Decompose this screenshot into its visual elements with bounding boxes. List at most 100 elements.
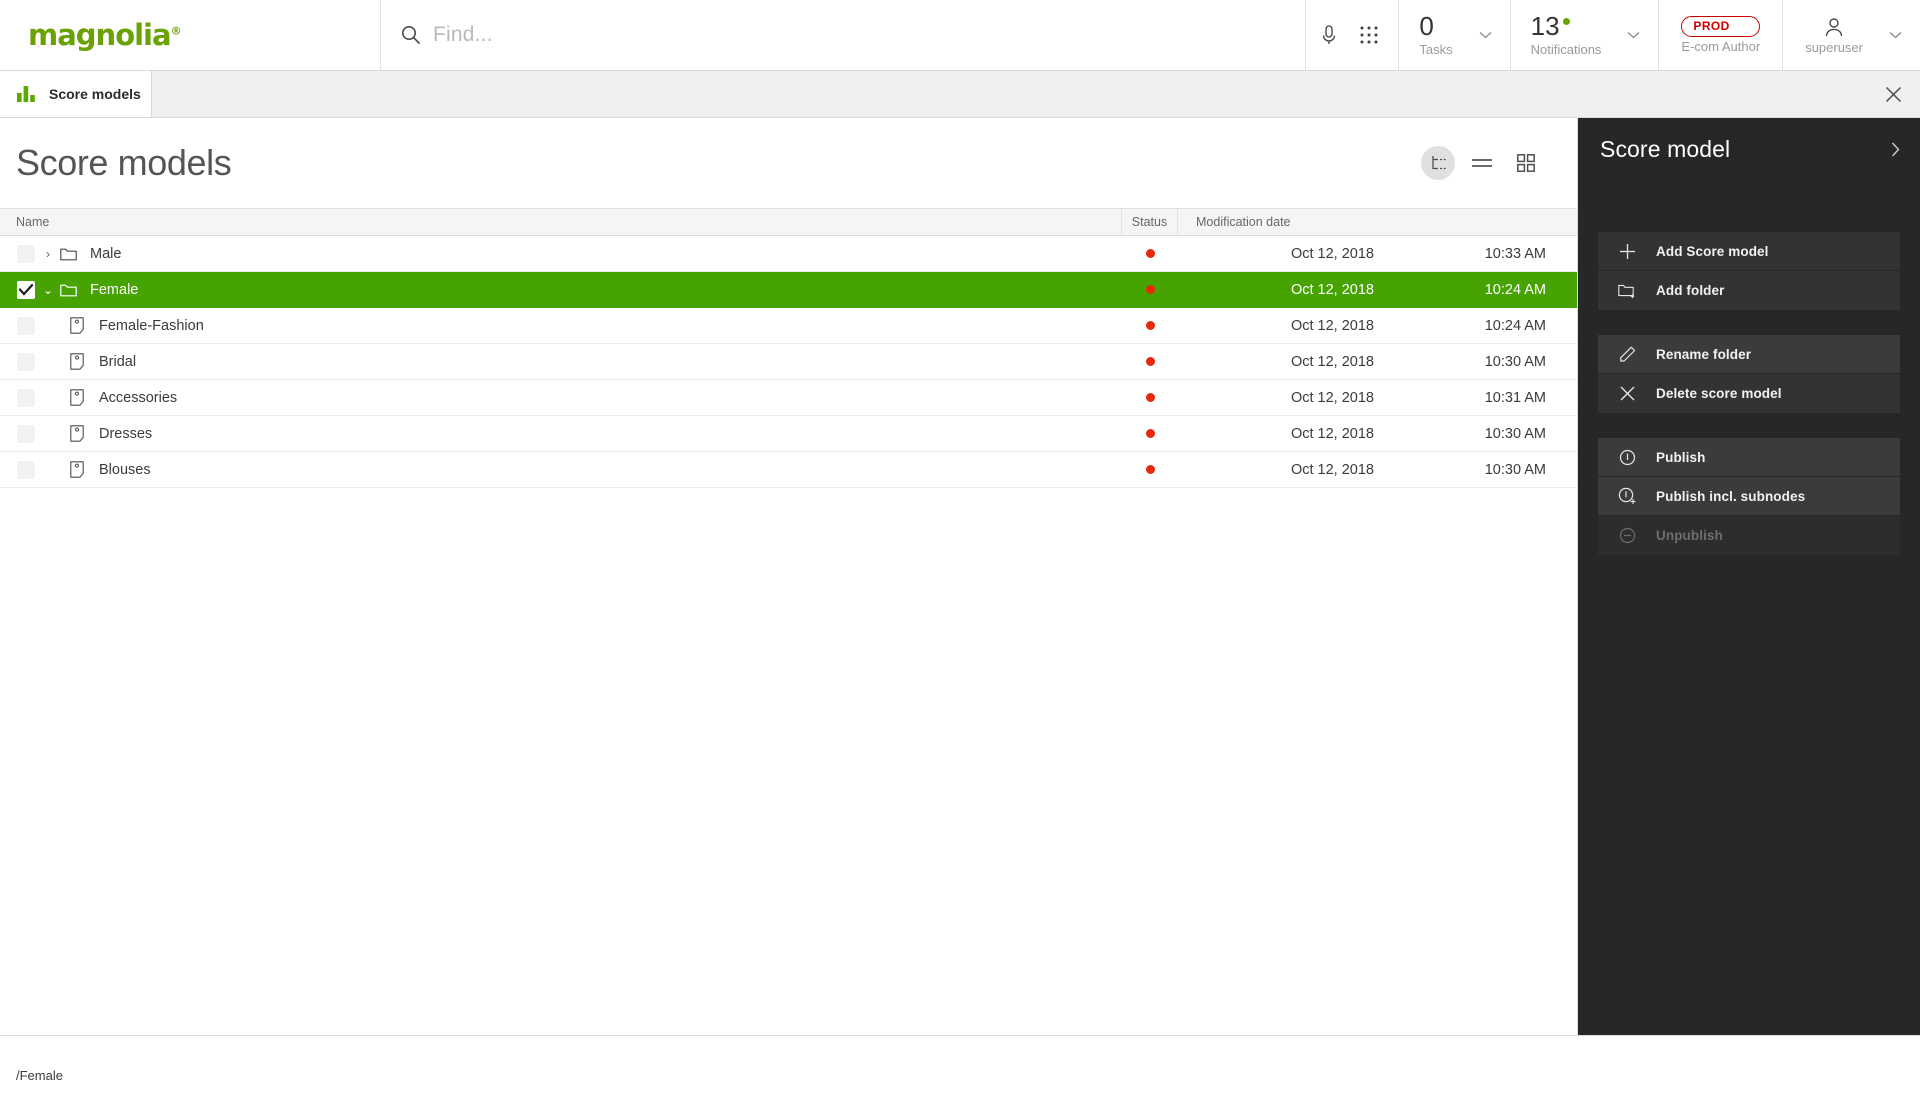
row-status-cell [1122, 357, 1178, 366]
row-checkbox[interactable] [17, 424, 35, 443]
row-name-cell: Dresses [0, 416, 1122, 451]
chevron-right-icon[interactable] [1891, 142, 1900, 157]
row-label: Blouses [99, 461, 151, 478]
row-modification-time: 10:30 AM [1484, 353, 1546, 370]
environment-label: E-com Author [1681, 39, 1761, 54]
tasks-count: 0 [1419, 10, 1434, 41]
row-status-cell [1122, 285, 1178, 294]
action-item-label: Publish [1656, 449, 1706, 465]
column-header-modification-date[interactable]: Modification date [1178, 209, 1577, 235]
row-modification-time: 10:30 AM [1484, 461, 1546, 478]
bar-chart-icon [17, 86, 36, 102]
table-header-row: Name Status Modification date [0, 208, 1577, 236]
folder-icon [57, 283, 79, 297]
notifications-count: 13 [1530, 10, 1602, 41]
action-item-add-folder[interactable]: Add folder [1598, 271, 1900, 310]
user-menu[interactable]: superuser [1782, 0, 1920, 70]
status-dot-red [1145, 249, 1155, 258]
page-icon [66, 353, 88, 370]
header-icon-group [1306, 0, 1398, 70]
table-row[interactable]: Blouses Oct 12, 2018 10:30 AM [0, 452, 1577, 488]
table-row[interactable]: ⌄ Female Oct 12, 2018 10:24 AM [0, 272, 1577, 308]
username-label: superuser [1805, 39, 1863, 55]
action-item-publish[interactable]: Publish [1598, 438, 1900, 477]
table-row[interactable]: Female-Fashion Oct 12, 2018 10:24 AM [0, 308, 1577, 344]
row-label: Male [90, 245, 122, 262]
tab-bar-spacer [152, 71, 1866, 117]
search-input[interactable] [433, 23, 993, 47]
page-header: Score models [0, 118, 1577, 208]
notifications-count-value: 13 [1530, 10, 1560, 41]
action-panel-header: Score model [1578, 118, 1920, 181]
table-row[interactable]: Dresses Oct 12, 2018 10:30 AM [0, 416, 1577, 452]
apps-grid-icon[interactable] [1356, 22, 1382, 48]
chevron-down-icon[interactable]: ⌄ [39, 283, 57, 297]
action-item-rename-folder[interactable]: Rename folder [1598, 335, 1900, 374]
action-item-label: Rename folder [1656, 346, 1752, 362]
status-dot-red [1145, 321, 1155, 330]
folder-icon [57, 247, 79, 261]
action-item-publish-incl-subnodes[interactable]: Publish incl. subnodes [1598, 477, 1900, 516]
close-icon[interactable] [1866, 71, 1920, 117]
chevron-right-icon[interactable]: › [39, 247, 57, 261]
action-item-label: Unpublish [1656, 528, 1723, 543]
row-modification-date: Oct 12, 2018 [1290, 281, 1374, 298]
tasks-menu[interactable]: 0 Tasks [1398, 0, 1509, 70]
row-status-cell [1122, 249, 1178, 258]
row-checkbox[interactable] [17, 388, 35, 407]
grid-view-icon[interactable] [1509, 146, 1543, 180]
row-modification-time: 10:31 AM [1484, 389, 1546, 406]
row-status-cell [1122, 321, 1178, 330]
tab-bar: Score models [0, 71, 1920, 118]
chevron-down-icon[interactable] [1479, 31, 1492, 39]
status-dot-red [1145, 465, 1155, 474]
publish-subnodes-icon [1616, 487, 1638, 505]
tasks-label: Tasks [1419, 42, 1453, 58]
row-modification-date: Oct 12, 2018 [1290, 353, 1374, 370]
row-modification-time: 10:24 AM [1484, 281, 1546, 298]
avatar [1823, 16, 1845, 38]
row-modification-date: Oct 12, 2018 [1290, 317, 1374, 334]
table-body: › Male Oct 12, 2018 10:33 AM ⌄ Female Oct 12, … [0, 236, 1577, 488]
table-row[interactable]: Accessories Oct 12, 2018 10:31 AM [0, 380, 1577, 416]
table-row[interactable]: Bridal Oct 12, 2018 10:30 AM [0, 344, 1577, 380]
environment-badge[interactable]: PROD E-com Author [1658, 0, 1782, 70]
action-item-label: Add folder [1656, 283, 1725, 298]
action-item-add-score-model[interactable]: Add Score model [1598, 232, 1900, 271]
column-header-status[interactable]: Status [1122, 209, 1178, 235]
action-panel-title: Score model [1600, 136, 1731, 162]
action-panel: Score model Add Score model Add folder Ren… [1578, 118, 1920, 1035]
row-checkbox[interactable] [17, 280, 35, 299]
page-icon [66, 317, 88, 334]
logo-word: magnolia [28, 17, 172, 52]
tab-score-models[interactable]: Score models [0, 71, 152, 117]
chevron-down-icon[interactable] [1627, 31, 1640, 39]
row-checkbox[interactable] [17, 352, 35, 371]
column-header-name[interactable]: Name [0, 209, 1122, 235]
row-label: Female [90, 281, 139, 298]
action-item-delete-score-model[interactable]: Delete score model [1598, 374, 1900, 413]
footer-status-bar: /Female [0, 1035, 1920, 1114]
row-label: Bridal [99, 353, 137, 370]
table-row[interactable]: › Male Oct 12, 2018 10:33 AM [0, 236, 1577, 272]
notifications-menu[interactable]: 13 Notifications [1509, 0, 1659, 70]
notifications-label: Notifications [1530, 42, 1602, 58]
chevron-down-icon[interactable] [1889, 31, 1902, 39]
row-checkbox[interactable] [17, 244, 35, 263]
view-toggle-group [1421, 146, 1543, 180]
magnolia-app-shell: magnolia® Find... 0 Tasks 13 Notificatio… [0, 0, 1920, 1114]
status-dot-red [1145, 357, 1155, 366]
row-checkbox[interactable] [17, 316, 35, 335]
page-icon [66, 389, 88, 406]
tree-view-icon[interactable] [1421, 146, 1455, 180]
row-checkbox[interactable] [17, 460, 35, 479]
page-icon [66, 425, 88, 442]
page-icon [66, 461, 88, 478]
search-bar[interactable] [381, 0, 1307, 70]
list-view-icon[interactable] [1465, 146, 1499, 180]
status-dot-red [1145, 429, 1155, 438]
brand-logo[interactable]: magnolia® [0, 0, 381, 70]
microphone-icon[interactable] [1316, 22, 1342, 48]
score-models-table: Name Status Modification date › Male Oct 1… [0, 208, 1577, 488]
action-item-label: Publish incl. subnodes [1656, 488, 1806, 504]
